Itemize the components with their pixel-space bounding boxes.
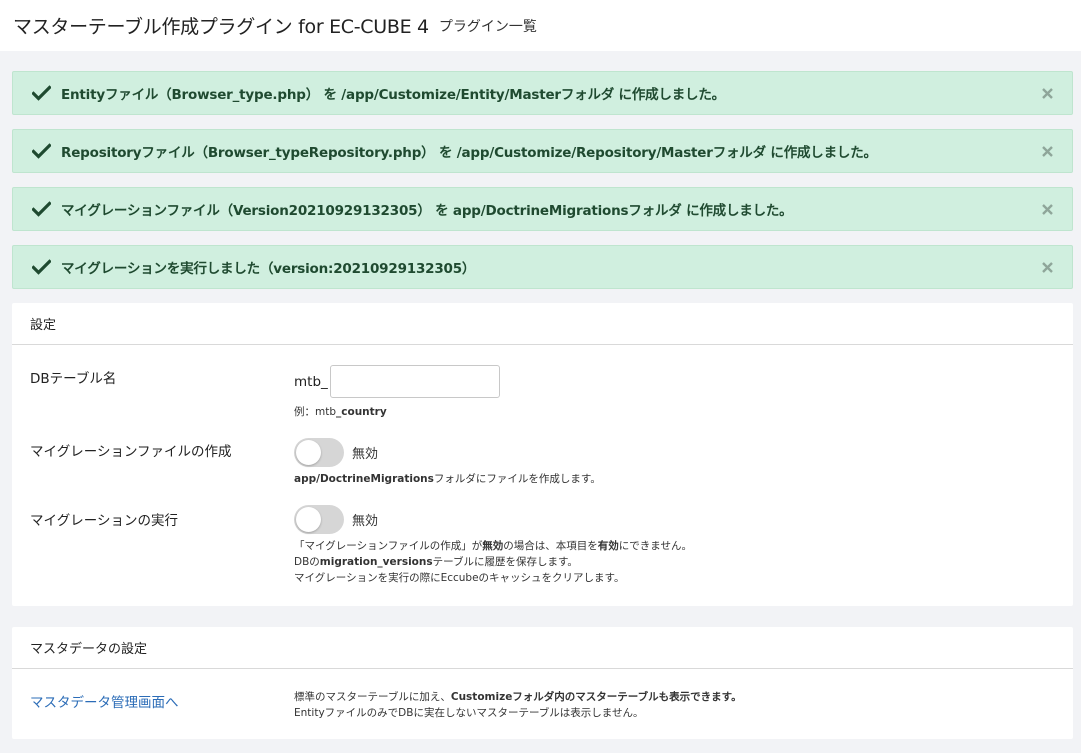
toggle-state-text: 無効 — [352, 514, 379, 529]
close-icon[interactable] — [1040, 202, 1054, 216]
check-icon — [31, 199, 51, 219]
success-alert: Repositoryファイル（Browser_typeRepository.ph… — [12, 129, 1073, 173]
alert-list: Entityファイル（Browser_type.php） を /app/Cust… — [0, 71, 1081, 289]
alert-message: Repositoryファイル（Browser_typeRepository.ph… — [61, 145, 877, 161]
migration-create-help: app/DoctrineMigrationsフォルダにファイルを作成します。 — [294, 471, 1055, 487]
desc-bold: Customizeフォルダ内のマスターテーブルも表示できます。 — [450, 691, 742, 703]
help-text: 「マイグレーションファイルの作成」が — [294, 540, 483, 552]
check-icon — [31, 141, 51, 161]
help-bold: app/DoctrineMigrations — [294, 473, 434, 485]
help-text: の場合は、本項目を — [503, 540, 598, 552]
help-text: マイグレーションを実行の際にEccubeのキャッシュをクリアします。 — [294, 572, 625, 584]
db-table-row: DBテーブル名 mtb_ 例：mtb_country — [30, 365, 1055, 420]
toggle-state-text: 無効 — [352, 447, 379, 462]
master-data-card-title: マスタデータの設定 — [12, 627, 1073, 669]
settings-card: 設定 DBテーブル名 mtb_ 例：mtb_country マイグレーションファ… — [12, 303, 1073, 606]
help-bold: 無効 — [482, 540, 504, 552]
example-prefix: 例：mtb — [294, 406, 337, 418]
close-icon[interactable] — [1040, 144, 1054, 158]
master-data-desc: 標準のマスターテーブルに加え、Customizeフォルダ内のマスターテーブルも表… — [294, 689, 1055, 721]
db-table-name-input[interactable] — [329, 365, 500, 398]
master-data-card: マスタデータの設定 マスタデータ管理画面へ 標準のマスターテーブルに加え、Cus… — [12, 627, 1073, 739]
alert-message: マイグレーションを実行しました（version:20210929132305） — [61, 261, 476, 277]
migration-run-toggle[interactable] — [294, 505, 344, 534]
migration-run-row: マイグレーションの実行 無効 「マイグレーションファイルの作成」が無効の場合は、… — [30, 505, 1055, 586]
page-header: マスターテーブル作成プラグイン for EC-CUBE 4 プラグイン一覧 — [0, 0, 1081, 51]
settings-card-title: 設定 — [12, 303, 1073, 345]
migration-create-toggle[interactable] — [294, 438, 344, 467]
db-table-label: DBテーブル名 — [30, 371, 117, 387]
desc-text: EntityファイルのみでDBに実在しないマスターテーブルは表示しません。 — [294, 707, 644, 719]
alert-message: マイグレーションファイル（Version20210929132305） を ap… — [61, 203, 793, 219]
migration-run-label: マイグレーションの実行 — [30, 513, 178, 529]
close-icon[interactable] — [1040, 260, 1054, 274]
desc-text: 標準のマスターテーブルに加え、 — [294, 691, 451, 703]
toggle-knob — [296, 507, 321, 532]
check-icon — [31, 257, 51, 277]
success-alert: マイグレーションファイル（Version20210929132305） を ap… — [12, 187, 1073, 231]
success-alert: Entityファイル（Browser_type.php） を /app/Cust… — [12, 71, 1073, 115]
toggle-knob — [296, 440, 321, 465]
page-title: マスターテーブル作成プラグイン for EC-CUBE 4 — [13, 16, 429, 38]
help-bold: migration_versions — [319, 556, 433, 568]
help-bold: 有効 — [597, 540, 619, 552]
alert-message: Entityファイル（Browser_type.php） を /app/Cust… — [61, 87, 725, 103]
db-table-example: 例：mtb_country — [294, 404, 1055, 420]
page-subtitle: プラグイン一覧 — [438, 18, 537, 35]
migration-run-help: 「マイグレーションファイルの作成」が無効の場合は、本項目を有効にできません。 D… — [294, 538, 1055, 586]
table-prefix: mtb_ — [294, 373, 328, 390]
master-data-link[interactable]: マスタデータ管理画面へ — [30, 695, 179, 711]
help-text: DBの — [294, 556, 320, 568]
migration-create-label: マイグレーションファイルの作成 — [30, 444, 232, 460]
close-icon[interactable] — [1040, 86, 1054, 100]
migration-create-row: マイグレーションファイルの作成 無効 app/DoctrineMigration… — [30, 438, 1055, 487]
success-alert: マイグレーションを実行しました（version:20210929132305） — [12, 245, 1073, 289]
example-bold: _country — [336, 406, 387, 418]
help-text: にできません。 — [618, 540, 692, 552]
check-icon — [31, 83, 51, 103]
help-rest: フォルダにファイルを作成します。 — [433, 473, 601, 485]
help-text: テーブルに履歴を保存します。 — [432, 556, 578, 568]
